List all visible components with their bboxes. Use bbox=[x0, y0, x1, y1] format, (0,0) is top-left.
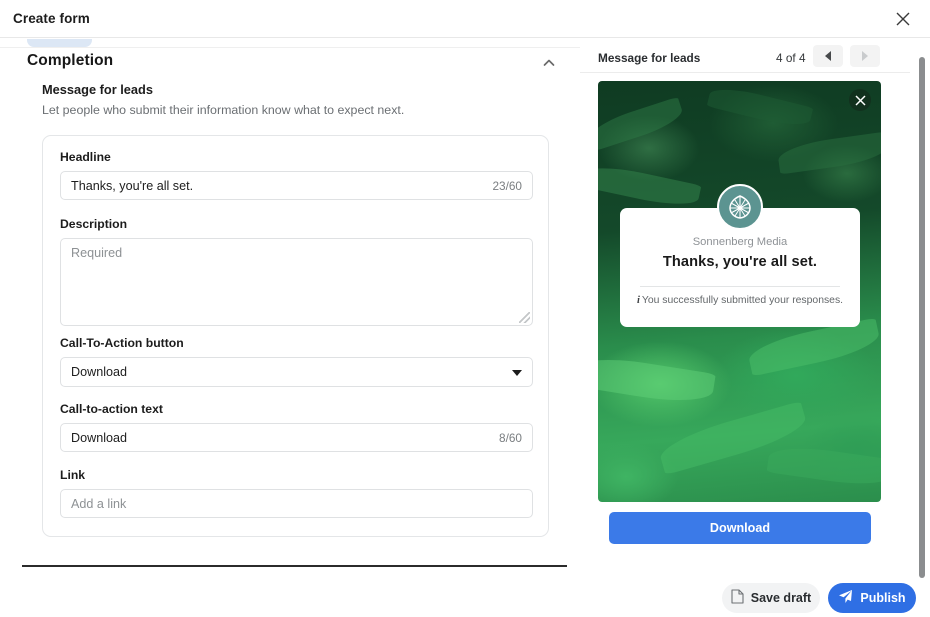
paper-plane-icon bbox=[838, 589, 853, 607]
publish-button[interactable]: Publish bbox=[828, 583, 916, 613]
headline-input-value: Thanks, you're all set. bbox=[71, 178, 194, 193]
fields-card: Headline Thanks, you're all set. 23/60 D… bbox=[42, 135, 549, 537]
close-icon[interactable] bbox=[892, 8, 914, 30]
preview-download-label: Download bbox=[709, 521, 771, 535]
subsection-description: Let people who submit their information … bbox=[42, 103, 405, 117]
field-cta-button: Call-To-Action button Download bbox=[60, 336, 533, 387]
modal-header: Create form bbox=[0, 0, 930, 38]
preview-title: Message for leads bbox=[598, 51, 701, 65]
description-textarea[interactable]: Required bbox=[60, 238, 533, 326]
preview-canvas: Sonnenberg Media Thanks, you're all set.… bbox=[598, 81, 881, 502]
close-circle-icon[interactable] bbox=[849, 89, 871, 111]
field-label-cta-button: Call-To-Action button bbox=[60, 336, 184, 350]
chevron-down-icon[interactable] bbox=[512, 370, 522, 376]
preview-panel: Message for leads 4 of 4 Sonnenberg Medi… bbox=[580, 39, 930, 617]
headline-input[interactable]: Thanks, you're all set. 23/60 bbox=[60, 171, 533, 200]
leaf-logo-icon bbox=[717, 184, 763, 230]
field-label-link: Link bbox=[60, 468, 86, 482]
save-draft-label: Save draft bbox=[750, 591, 812, 605]
cta-button-selected-value: Download bbox=[71, 365, 128, 379]
page-title: Create form bbox=[13, 11, 90, 26]
divider bbox=[580, 72, 910, 73]
field-label-cta-text: Call-to-action text bbox=[60, 402, 163, 416]
description-placeholder: Required bbox=[71, 246, 123, 260]
preview-header: Message for leads 4 of 4 bbox=[580, 39, 910, 72]
preview-next-button[interactable] bbox=[850, 45, 880, 67]
form-editor-panel: Completion Message for leads Let people … bbox=[0, 39, 580, 617]
cta-text-input-value: Download bbox=[71, 430, 128, 445]
preview-note: i You successfully submitted your respons… bbox=[620, 295, 860, 306]
info-icon: i bbox=[636, 295, 640, 306]
cta-text-input[interactable]: Download 8/60 bbox=[60, 423, 533, 452]
chevron-up-icon[interactable] bbox=[541, 55, 557, 71]
preview-download-button[interactable]: Download bbox=[609, 512, 871, 544]
thank-you-card: Sonnenberg Media Thanks, you're all set.… bbox=[620, 184, 860, 327]
triangle-left-icon bbox=[825, 51, 831, 61]
document-icon bbox=[731, 589, 744, 607]
field-label-description: Description bbox=[60, 217, 128, 231]
resize-grip-icon[interactable] bbox=[519, 312, 530, 323]
section-header-completion[interactable]: Completion bbox=[0, 48, 567, 78]
save-draft-button[interactable]: Save draft bbox=[722, 583, 820, 613]
field-cta-text: Call-to-action text Download 8/60 bbox=[60, 402, 533, 452]
preview-note-text: You successfully submitted your response… bbox=[641, 295, 844, 306]
previous-step-chip bbox=[27, 39, 92, 47]
section-divider bbox=[22, 565, 567, 567]
publish-label: Publish bbox=[860, 591, 906, 605]
scrollbar-thumb[interactable] bbox=[919, 57, 925, 578]
brand-name: Sonnenberg Media bbox=[692, 236, 788, 248]
preview-step-counter: 4 of 4 bbox=[776, 51, 806, 65]
preview-headline: Thanks, you're all set. bbox=[662, 254, 818, 270]
link-input[interactable]: Add a link bbox=[60, 489, 533, 518]
field-headline: Headline Thanks, you're all set. 23/60 bbox=[60, 150, 533, 200]
field-link: Link Add a link bbox=[60, 468, 533, 518]
preview-prev-button[interactable] bbox=[813, 45, 843, 67]
link-placeholder: Add a link bbox=[71, 496, 127, 511]
field-description: Description Required bbox=[60, 217, 533, 326]
subsection-title: Message for leads bbox=[42, 82, 153, 97]
headline-counter: 23/60 bbox=[492, 178, 522, 193]
divider bbox=[640, 286, 840, 287]
create-form-modal: Create form Completion Message for leads… bbox=[0, 0, 930, 617]
field-label-headline: Headline bbox=[60, 150, 111, 164]
cta-button-select[interactable]: Download bbox=[60, 357, 533, 387]
cta-text-counter: 8/60 bbox=[499, 430, 522, 445]
triangle-right-icon bbox=[862, 51, 868, 61]
section-title: Completion bbox=[27, 52, 114, 69]
